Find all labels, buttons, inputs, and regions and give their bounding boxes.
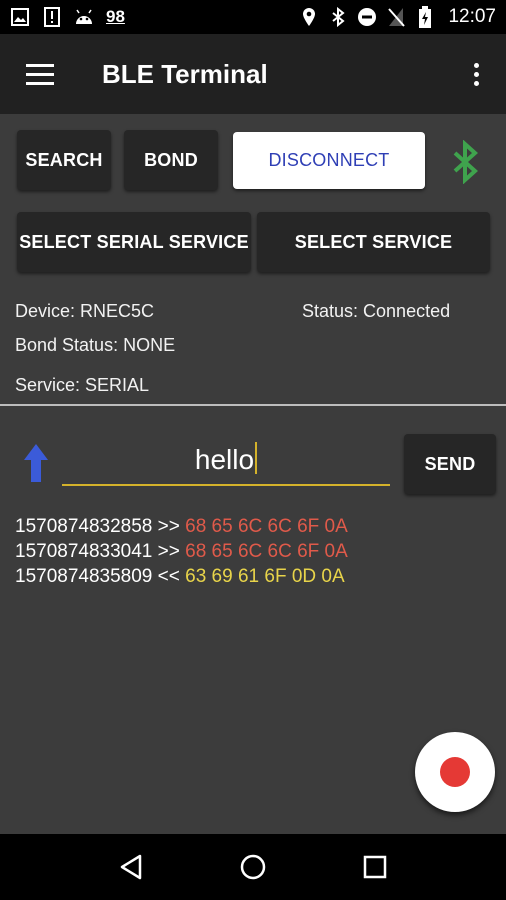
back-icon[interactable] [111, 847, 151, 887]
log-line: 1570874832858 >> 68 65 6C 6C 6F 0A [15, 516, 348, 537]
message-input[interactable]: hello [62, 440, 390, 486]
bond-button[interactable]: BOND [124, 130, 218, 190]
location-icon [299, 7, 319, 27]
app-bar: BLE Terminal [0, 34, 506, 114]
battery-icon [415, 6, 435, 28]
home-icon[interactable] [233, 847, 273, 887]
more-vert-icon[interactable] [446, 34, 506, 114]
image-icon [10, 7, 30, 27]
select-serial-service-button[interactable]: SELECT SERIAL SERVICE [17, 212, 251, 272]
select-service-button[interactable]: SELECT SERVICE [257, 212, 490, 272]
record-icon [440, 757, 470, 787]
status-bar: 98 12:07 [0, 0, 506, 34]
disconnect-button[interactable]: DISCONNECT [233, 132, 425, 189]
send-button[interactable]: SEND [404, 434, 496, 494]
dnd-icon [357, 7, 377, 27]
service-label: Service: SERIAL [15, 375, 150, 395]
app-title: BLE Terminal [102, 58, 268, 89]
bluetooth-icon [450, 139, 480, 185]
message-input-value: hello [194, 444, 255, 475]
notification-count: 98 [106, 7, 125, 26]
hamburger-menu-icon[interactable] [0, 34, 80, 114]
android-icon [74, 7, 94, 27]
bond-status-label: Bond Status: NONE [15, 335, 176, 355]
status-label: Status: Connected [302, 301, 451, 321]
device-label: Device: RNEC5C [15, 301, 155, 321]
navigation-bar [0, 834, 506, 900]
bluetooth-icon [328, 7, 348, 27]
arrow-up-icon[interactable] [22, 442, 50, 484]
text-caret [255, 442, 258, 474]
divider [0, 404, 506, 406]
record-button[interactable] [415, 732, 495, 812]
search-button[interactable]: SEARCH [17, 130, 111, 190]
log-line: 1570874833041 >> 68 65 6C 6C 6F 0A [15, 541, 348, 562]
clock: 12:07 [448, 6, 496, 27]
message-log: 1570874832858 >> 68 65 6C 6C 6F 0A 15708… [15, 514, 348, 589]
alert-icon [42, 7, 62, 27]
log-line: 1570874835809 << 63 69 61 6F 0D 0A [15, 566, 345, 587]
recents-icon[interactable] [355, 847, 395, 887]
no-sim-icon [386, 7, 406, 27]
